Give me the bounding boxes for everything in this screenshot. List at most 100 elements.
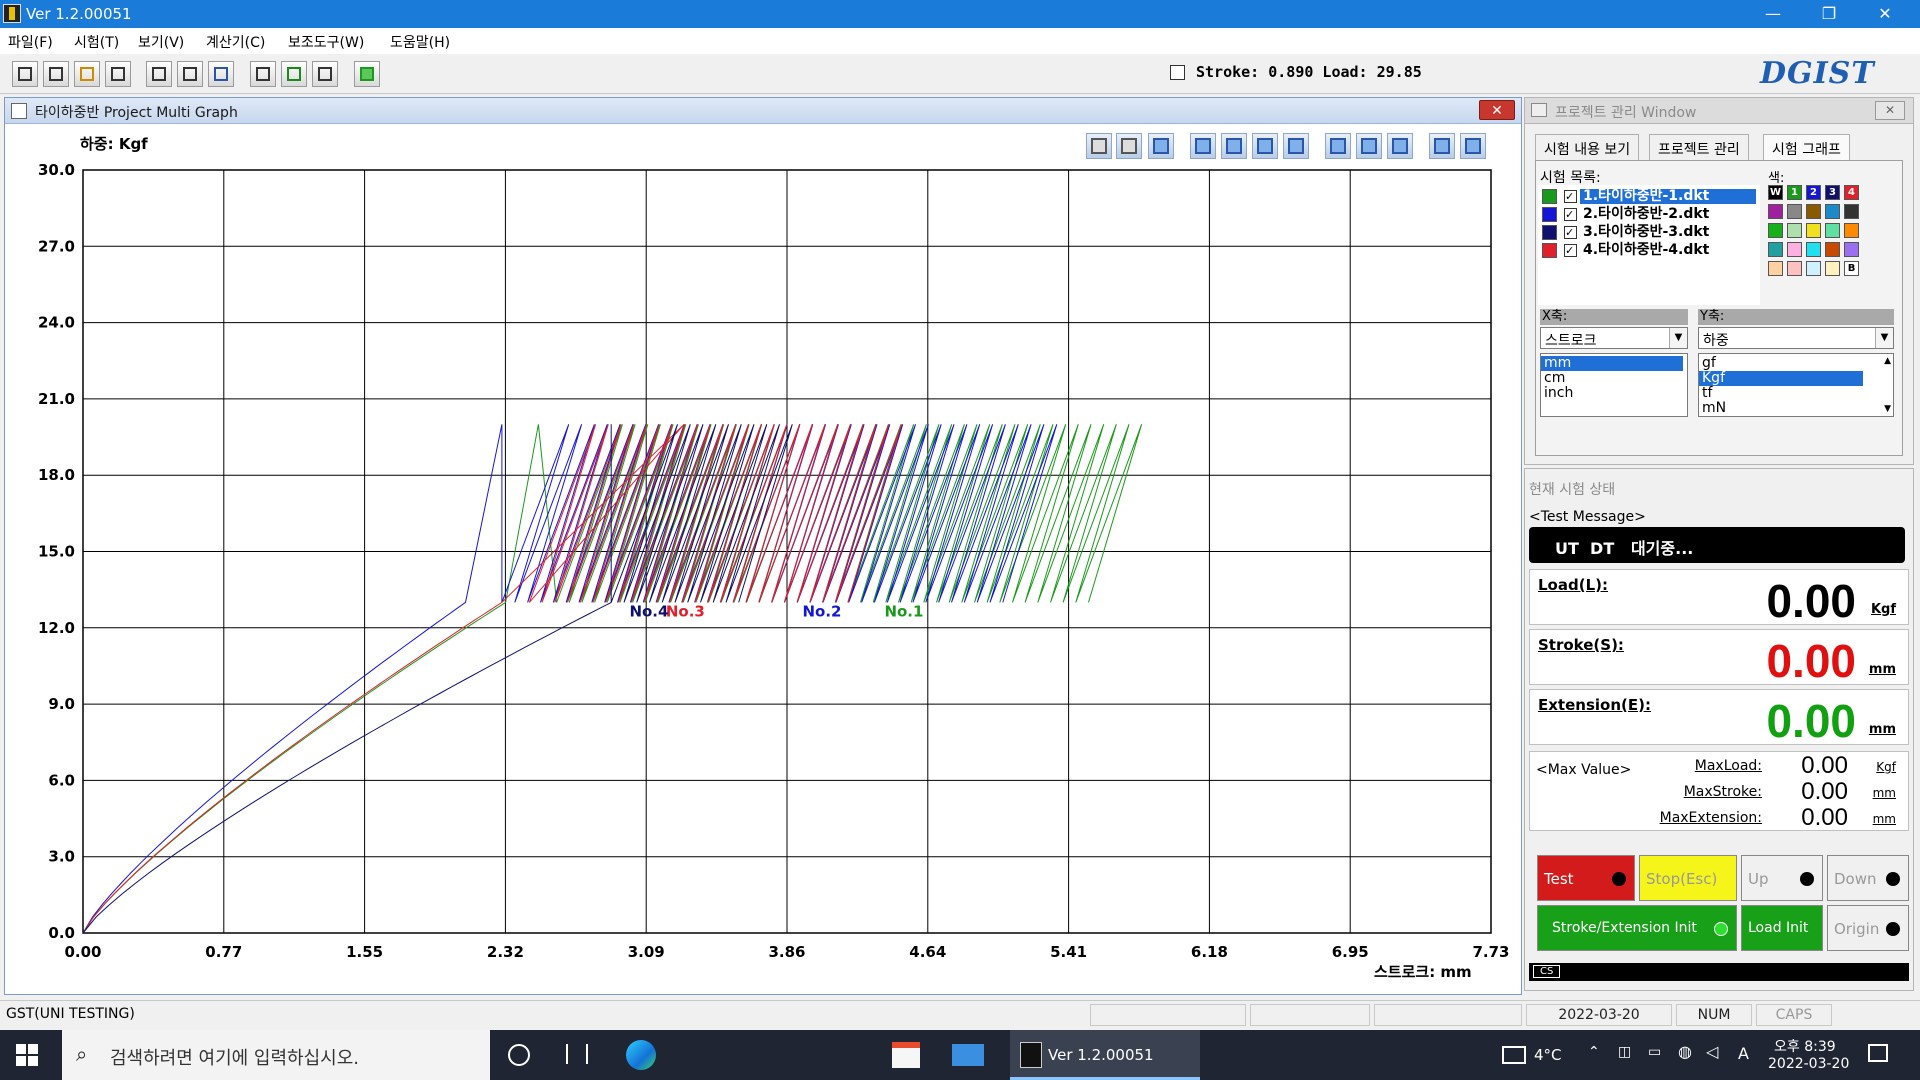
scroll-up-icon[interactable]: ▲ [1884, 356, 1891, 366]
graph-grid2-icon[interactable] [1387, 133, 1413, 159]
list-item[interactable]: 3.타이하중반-3.dkt [1580, 225, 1709, 240]
palette-swatch[interactable] [1768, 242, 1783, 257]
palette-swatch[interactable] [1768, 261, 1783, 276]
list-item[interactable]: Kgf [1699, 371, 1863, 386]
palette-swatch[interactable] [1806, 261, 1821, 276]
palette-swatch[interactable] [1787, 223, 1802, 238]
tool-machine-icon[interactable] [12, 61, 38, 87]
y-axis-select[interactable]: 하중 ▼ [1698, 327, 1894, 349]
menu-tools[interactable]: 보조도구(W) [288, 32, 364, 52]
graph-zoom-icon[interactable] [1190, 133, 1216, 159]
palette-swatch[interactable]: B [1844, 261, 1859, 276]
palette-swatch[interactable] [1806, 242, 1821, 257]
palette-swatch[interactable] [1787, 242, 1802, 257]
graph-copy-icon[interactable] [1148, 133, 1174, 159]
list-item[interactable]: inch [1541, 386, 1573, 401]
palette-swatch[interactable] [1806, 204, 1821, 219]
y-unit-list[interactable]: gf Kgf tf mN ▲ ▼ [1698, 353, 1894, 417]
menu-calculator[interactable]: 계산기(C) [206, 32, 265, 52]
tab-project-manage[interactable]: 프로젝트 관리 [1649, 134, 1749, 160]
taskbar-app-button[interactable]: Ver 1.2.00051 [1010, 1030, 1200, 1080]
file-checkbox[interactable]: ✓ [1564, 208, 1577, 221]
graph-settings-icon[interactable] [1460, 133, 1486, 159]
tool-open-icon[interactable] [74, 61, 100, 87]
palette-swatch[interactable] [1825, 261, 1840, 276]
menu-file[interactable]: 파일(F) [8, 32, 53, 52]
tab-test-content[interactable]: 시험 내용 보기 [1535, 134, 1640, 160]
graph-forward-icon[interactable] [1116, 133, 1142, 159]
tool-book-icon[interactable] [354, 61, 380, 87]
list-item[interactable]: 2.타이하중반-2.dkt [1580, 207, 1709, 222]
palette-swatch[interactable] [1844, 242, 1859, 257]
palette-swatch[interactable]: W [1768, 185, 1783, 200]
list-item[interactable]: cm [1541, 371, 1565, 386]
news-icon[interactable] [1502, 1046, 1526, 1064]
menu-view[interactable]: 보기(V) [138, 32, 184, 52]
graph-scale-icon[interactable] [1429, 133, 1455, 159]
menu-test[interactable]: 시험(T) [74, 32, 119, 52]
clock-date[interactable]: 2022-03-20 [1768, 1056, 1849, 1072]
down-button[interactable]: Down [1827, 855, 1909, 901]
list-item[interactable]: tf [1699, 386, 1712, 401]
palette-swatch[interactable] [1787, 204, 1802, 219]
x-unit-list[interactable]: mm cm inch [1540, 353, 1688, 417]
edge-icon[interactable] [626, 1040, 656, 1070]
palette-swatch[interactable] [1844, 204, 1859, 219]
file-checkbox[interactable]: ✓ [1564, 226, 1577, 239]
tool-specimen-icon[interactable] [146, 61, 172, 87]
ime-indicator[interactable]: A [1738, 1044, 1749, 1063]
load-init-button[interactable]: Load Init [1741, 905, 1823, 951]
tool-report-icon[interactable] [312, 61, 338, 87]
graph-multi-icon[interactable] [1252, 133, 1278, 159]
palette-swatch[interactable] [1806, 223, 1821, 238]
tool-graph-icon[interactable] [208, 61, 234, 87]
test-button[interactable]: Test [1537, 855, 1635, 901]
notification-icon[interactable] [1868, 1044, 1888, 1062]
scroll-down-icon[interactable]: ▼ [1884, 404, 1891, 414]
tab-test-graph[interactable]: 시험 그래프 [1763, 134, 1850, 160]
taskbar-search-input[interactable]: ⌕ 검색하려면 여기에 입력하십시오. [62, 1030, 490, 1080]
x-axis-select[interactable]: 스트로크 ▼ [1540, 327, 1688, 349]
palette-swatch[interactable] [1768, 223, 1783, 238]
file-checkbox[interactable]: ✓ [1564, 244, 1577, 257]
palette-swatch[interactable] [1825, 242, 1840, 257]
chevron-up-icon[interactable]: ⌃ [1588, 1044, 1600, 1060]
list-item[interactable]: mN [1699, 401, 1726, 416]
tool-print-icon[interactable] [105, 61, 131, 87]
tool-machine2-icon[interactable] [43, 61, 69, 87]
mail-icon[interactable] [952, 1044, 984, 1066]
list-item[interactable]: 1.타이하중반-1.dkt [1580, 189, 1756, 204]
tool-setup-icon[interactable] [250, 61, 276, 87]
graph-grid-icon[interactable] [1356, 133, 1382, 159]
graph-back-icon[interactable] [1086, 133, 1112, 159]
project-close-button[interactable]: ✕ [1875, 101, 1905, 120]
volume-icon[interactable]: ◁ [1706, 1042, 1718, 1061]
menu-help[interactable]: 도움말(H) [390, 32, 450, 52]
palette-swatch[interactable] [1825, 204, 1840, 219]
tool-grip-icon[interactable] [177, 61, 203, 87]
task-view-icon[interactable] [566, 1044, 588, 1064]
palette-swatch[interactable] [1787, 261, 1802, 276]
close-button[interactable]: ✕ [1862, 0, 1908, 28]
graph-line-icon[interactable] [1221, 133, 1247, 159]
readout-checkbox[interactable] [1170, 65, 1185, 80]
network-icon[interactable]: ◫ [1618, 1044, 1631, 1060]
battery-icon[interactable]: ▭ [1648, 1044, 1661, 1060]
origin-button[interactable]: Origin [1827, 905, 1909, 951]
palette-swatch[interactable] [1844, 223, 1859, 238]
stroke-extension-init-button[interactable]: Stroke/Extension Init [1537, 905, 1737, 951]
globe-icon[interactable]: ◍ [1678, 1042, 1692, 1061]
palette-swatch[interactable] [1825, 223, 1840, 238]
restore-button[interactable]: ❐ [1806, 0, 1852, 28]
graph-split-icon[interactable] [1283, 133, 1309, 159]
palette-swatch[interactable]: 4 [1844, 185, 1859, 200]
color-palette[interactable]: W1234 B [1768, 185, 1868, 285]
graph-fit-icon[interactable] [1325, 133, 1351, 159]
palette-swatch[interactable]: 1 [1787, 185, 1802, 200]
list-item[interactable]: mm [1541, 356, 1683, 371]
graph-close-button[interactable]: ✕ [1479, 100, 1515, 120]
list-item[interactable]: 4.타이하중반-4.dkt [1580, 243, 1709, 258]
test-file-list[interactable]: ✓ ✓ ✓ ✓ 1.타이하중반-1.dkt 2.타이하중반-2.dkt 3.타이… [1538, 185, 1760, 305]
cortana-icon[interactable] [508, 1044, 530, 1066]
temperature[interactable]: 4°C [1534, 1046, 1562, 1064]
